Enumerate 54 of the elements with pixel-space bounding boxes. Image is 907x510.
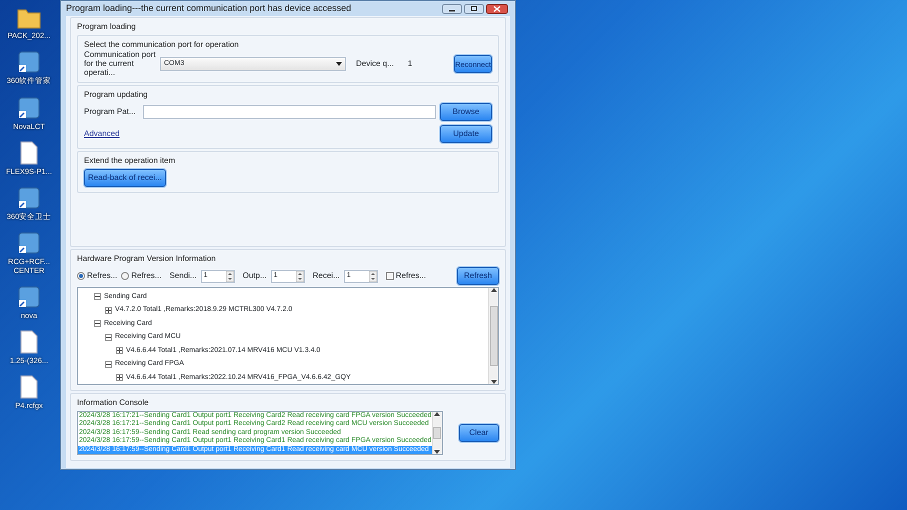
spinner-label: Sendi...: [169, 270, 197, 282]
group-title: Extend the operation item: [84, 155, 176, 168]
window-title: Program loading---the current communication port has device accessed: [66, 2, 352, 15]
scroll-thumb[interactable]: [490, 306, 498, 366]
browse-button[interactable]: Browse: [440, 103, 492, 122]
minimize-icon[interactable]: [442, 4, 462, 14]
program-path-field[interactable]: [143, 105, 436, 120]
radio-label[interactable]: Refres...: [87, 270, 118, 282]
read-back-button[interactable]: Read-back of recei...: [84, 169, 166, 188]
caret-icon: [336, 62, 342, 66]
spin-arrows-icon[interactable]: [296, 270, 304, 282]
collapse-icon[interactable]: [94, 293, 101, 300]
radio-button[interactable]: [77, 272, 85, 280]
path-label: Program Pat...: [84, 106, 137, 118]
maximize-icon[interactable]: [464, 4, 484, 14]
advanced-link[interactable]: Advanced: [84, 128, 120, 140]
device-quantity-label: Device q...: [356, 58, 394, 70]
up-arrow-icon[interactable]: [434, 412, 440, 416]
spin-arrows-icon[interactable]: [368, 270, 377, 282]
expand-icon[interactable]: [116, 347, 123, 354]
group-title: Information Console: [77, 397, 150, 409]
device-quantity-value: 1: [408, 58, 412, 70]
port-label: Communication port for the current operati...: [84, 51, 156, 78]
clear-button[interactable]: Clear: [458, 424, 499, 442]
expand-icon[interactable]: [105, 306, 112, 314]
down-arrow-icon[interactable]: [434, 450, 440, 454]
radio-label[interactable]: Refres...: [131, 270, 162, 282]
spin-arrows-icon[interactable]: [226, 270, 234, 282]
group-title: Program updating: [84, 89, 149, 102]
radio-button[interactable]: [121, 272, 130, 280]
scrollbar[interactable]: [432, 412, 442, 454]
group-title: Hardware Program Version Information: [77, 253, 217, 265]
app-shortcut-icon[interactable]: [16, 230, 42, 256]
app-shortcut-icon[interactable]: [16, 185, 42, 211]
scrollbar[interactable]: [488, 288, 498, 384]
app-shortcut-icon[interactable]: [16, 284, 42, 310]
group-title: Program loading: [77, 21, 137, 33]
expand-icon[interactable]: [116, 374, 123, 382]
down-arrow-icon[interactable]: [490, 380, 496, 384]
scroll-thumb[interactable]: [433, 427, 442, 439]
group-title: Select the communication port for operation: [84, 39, 240, 51]
spinner-label: Outp...: [242, 270, 267, 282]
app-shortcut-icon[interactable]: [16, 94, 42, 120]
collapse-icon[interactable]: [94, 320, 101, 328]
spinner-label: Recei...: [312, 270, 340, 282]
checkbox[interactable]: [386, 272, 394, 280]
collapse-icon[interactable]: [105, 360, 112, 368]
collapse-icon[interactable]: [105, 334, 112, 341]
checkbox-label[interactable]: Refres...: [396, 270, 426, 282]
app-shortcut-icon[interactable]: [16, 49, 42, 76]
close-icon[interactable]: [486, 4, 508, 14]
up-arrow-icon[interactable]: [490, 288, 496, 292]
update-button[interactable]: Update: [440, 125, 492, 144]
refresh-button[interactable]: Refresh: [457, 267, 499, 285]
